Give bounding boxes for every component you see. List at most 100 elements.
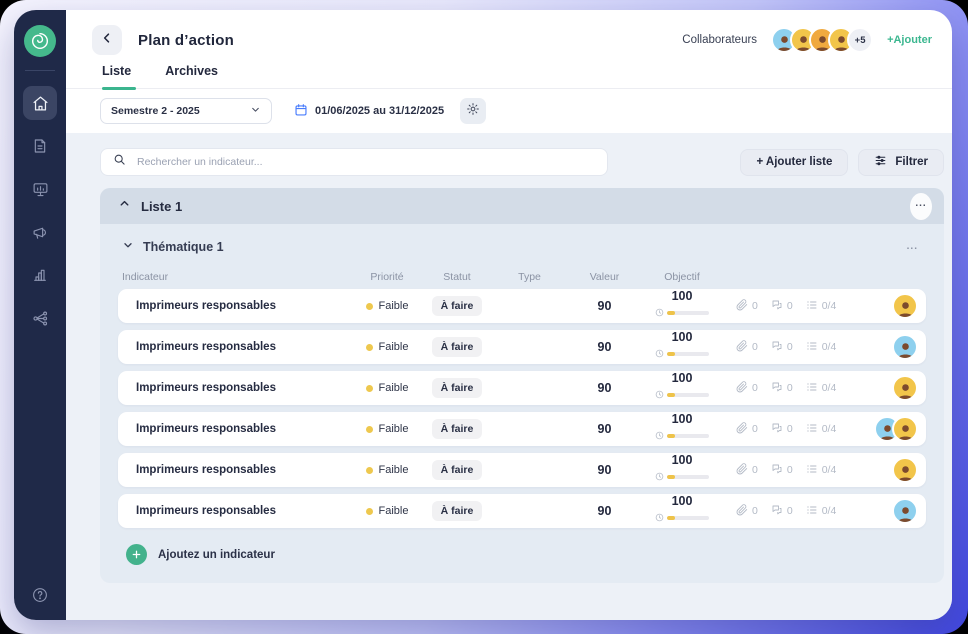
- help-icon: [31, 586, 49, 604]
- comments-icon: [771, 340, 783, 355]
- chevron-down-icon[interactable]: [122, 238, 134, 256]
- tasks-counter[interactable]: 0/4: [806, 381, 837, 396]
- value-cell: 90: [577, 299, 632, 313]
- tasks-counter[interactable]: 0/4: [806, 299, 837, 314]
- objective-value: 100: [672, 495, 693, 508]
- sidebar-item-documents[interactable]: [23, 129, 57, 163]
- date-range-picker[interactable]: 01/06/2025 au 31/12/2025: [294, 103, 444, 120]
- attachments-counter[interactable]: 0: [736, 504, 758, 519]
- comments-icon: [771, 463, 783, 478]
- collaborators-section: Collaborateurs +5 +Ajouter: [682, 27, 932, 53]
- page-header: Plan d’action Collaborateurs +5 +Ajouter: [66, 10, 952, 64]
- settings-button[interactable]: [460, 98, 486, 124]
- attachments-counter[interactable]: 0: [736, 463, 758, 478]
- comments-counter[interactable]: 0: [771, 340, 793, 355]
- search-bar[interactable]: [100, 148, 608, 176]
- table-row[interactable]: Imprimeurs responsables Faible À faire 9…: [118, 330, 926, 364]
- tab-archives[interactable]: Archives: [165, 64, 218, 88]
- brand-spiral-logo[interactable]: [24, 25, 56, 57]
- objective-progress-track: [667, 311, 709, 315]
- status-badge[interactable]: À faire: [432, 460, 483, 480]
- sidebar-item-announcements[interactable]: [23, 215, 57, 249]
- tasks-counter[interactable]: 0/4: [806, 422, 837, 437]
- comments-counter[interactable]: 0: [771, 299, 793, 314]
- attachments-counter[interactable]: 0: [736, 340, 758, 355]
- paperclip-icon: [736, 381, 748, 396]
- objective-progress-track: [667, 393, 709, 397]
- comments-count: 0: [787, 505, 793, 517]
- status-badge[interactable]: À faire: [432, 378, 483, 398]
- table-row[interactable]: Imprimeurs responsables Faible À faire 9…: [118, 494, 926, 528]
- comments-counter[interactable]: 0: [771, 422, 793, 437]
- search-input[interactable]: [135, 155, 595, 169]
- add-collaborator-button[interactable]: +Ajouter: [887, 34, 932, 46]
- indicator-name: Imprimeurs responsables: [118, 341, 342, 353]
- table-row[interactable]: Imprimeurs responsables Faible À faire 9…: [118, 412, 926, 446]
- comments-icon: [771, 504, 783, 519]
- theme-header[interactable]: Thématique 1 ...: [118, 235, 926, 265]
- assignees-cell[interactable]: [870, 498, 926, 524]
- table-row[interactable]: Imprimeurs responsables Faible À faire 9…: [118, 371, 926, 405]
- chevron-up-icon[interactable]: [118, 197, 131, 215]
- objective-progress-track: [667, 352, 709, 356]
- priority-cell: Faible: [342, 382, 432, 394]
- status-badge[interactable]: À faire: [432, 501, 483, 521]
- paperclip-icon: [736, 504, 748, 519]
- sidebar-help-button[interactable]: [31, 586, 49, 604]
- indicator-name: Imprimeurs responsables: [118, 464, 342, 476]
- list-more-button[interactable]: ...: [910, 193, 932, 220]
- objective-progress-track: [667, 475, 709, 479]
- indicator-rows: Imprimeurs responsables Faible À faire 9…: [118, 289, 926, 528]
- assignees-cell[interactable]: [870, 375, 926, 401]
- add-indicator-button[interactable]: Ajoutez un indicateur: [118, 535, 926, 567]
- chevron-down-icon: [250, 104, 261, 118]
- status-badge[interactable]: À faire: [432, 419, 483, 439]
- collaborators-avatar-stack[interactable]: +5: [771, 27, 873, 53]
- tasks-counter[interactable]: 0/4: [806, 504, 837, 519]
- priority-dot: [366, 508, 373, 515]
- comments-counter[interactable]: 0: [771, 463, 793, 478]
- list-title: Liste 1: [141, 199, 182, 214]
- comments-counter[interactable]: 0: [771, 504, 793, 519]
- assignees-cell[interactable]: [870, 334, 926, 360]
- status-badge[interactable]: À faire: [432, 337, 483, 357]
- list-card: Liste 1 ... Thématique 1 ... Indicateur …: [100, 188, 944, 583]
- sidebar-item-dashboard[interactable]: [23, 172, 57, 206]
- priority-label: Faible: [379, 341, 409, 353]
- tasks-counter[interactable]: 0/4: [806, 463, 837, 478]
- objective-cell: 100: [632, 331, 732, 364]
- indicator-name: Imprimeurs responsables: [118, 505, 342, 517]
- indicator-name: Imprimeurs responsables: [118, 300, 342, 312]
- attachments-counter[interactable]: 0: [736, 422, 758, 437]
- assignees-cell[interactable]: [870, 457, 926, 483]
- tab-liste[interactable]: Liste: [102, 64, 131, 88]
- monitor-chart-icon: [32, 181, 49, 198]
- list-header[interactable]: Liste 1 ...: [100, 188, 944, 224]
- checklist-icon: [806, 504, 818, 519]
- tasks-counter[interactable]: 0/4: [806, 340, 837, 355]
- back-button[interactable]: [92, 25, 122, 55]
- filter-button[interactable]: Filtrer: [858, 149, 944, 176]
- assignees-cell[interactable]: [870, 293, 926, 319]
- tasks-count: 0/4: [822, 505, 837, 517]
- comments-icon: [771, 381, 783, 396]
- collaborators-more-badge[interactable]: +5: [847, 27, 873, 53]
- assignees-cell[interactable]: [870, 416, 926, 442]
- table-row[interactable]: Imprimeurs responsables Faible À faire 9…: [118, 453, 926, 487]
- add-list-button[interactable]: + Ajouter liste: [740, 149, 848, 176]
- table-row[interactable]: Imprimeurs responsables Faible À faire 9…: [118, 289, 926, 323]
- sidebar-item-statistics[interactable]: [23, 258, 57, 292]
- attachments-counter[interactable]: 0: [736, 299, 758, 314]
- page-title: Plan d’action: [138, 32, 234, 49]
- period-select[interactable]: Semestre 2 - 2025: [100, 98, 272, 124]
- priority-label: Faible: [379, 464, 409, 476]
- status-badge[interactable]: À faire: [432, 296, 483, 316]
- sidebar-item-home[interactable]: [23, 86, 57, 120]
- date-range-value: 01/06/2025 au 31/12/2025: [315, 105, 444, 117]
- app-window: Plan d’action Collaborateurs +5 +Ajouter…: [14, 10, 952, 620]
- attachments-counter[interactable]: 0: [736, 381, 758, 396]
- comments-counter[interactable]: 0: [771, 381, 793, 396]
- priority-label: Faible: [379, 300, 409, 312]
- sidebar-item-network[interactable]: [23, 301, 57, 335]
- column-indicateur: Indicateur: [118, 271, 342, 283]
